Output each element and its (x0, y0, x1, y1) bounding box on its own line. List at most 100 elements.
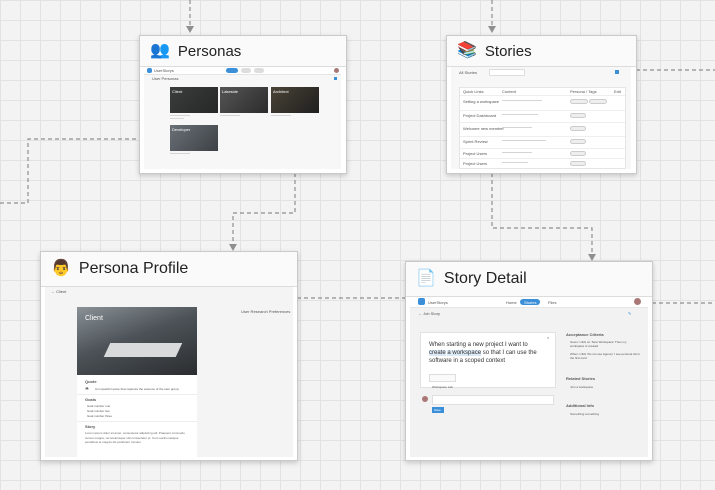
connector-left-loop (0, 138, 138, 204)
tile-caption (170, 115, 190, 116)
column-header: Edit (614, 89, 621, 94)
stories-card[interactable]: 📚 Stories All Stories Quick Links Conten… (446, 35, 637, 174)
personas-card[interactable]: 👥 Personas UserStorys User Personas Clie… (139, 35, 347, 174)
persona-tile-label: Architect (273, 89, 289, 94)
stories-search-field (489, 69, 525, 76)
comment-input (432, 395, 554, 405)
save-button: Save (432, 407, 444, 413)
table-divider (460, 95, 625, 96)
nav-pill-active (226, 68, 238, 73)
table-divider (460, 158, 625, 159)
quote-heading: Quote (85, 379, 97, 384)
tile-caption (170, 153, 190, 154)
story-statement-box: When starting a new project I want to cr… (420, 332, 556, 389)
add-story-button (615, 70, 619, 74)
nav-pill (254, 68, 264, 73)
tag-pill (570, 139, 586, 144)
persona-profile-card[interactable]: 👨 Persona Profile ← Client Client User R… (40, 251, 298, 461)
back-link-label: Job Story (423, 311, 441, 316)
story-detail-card-header: 📄 Story Detail (406, 262, 652, 297)
app-logo-icon (418, 298, 425, 305)
back-link-label: Client (56, 289, 67, 294)
story-detail-card[interactable]: 📄 Story Detail UserStorys Home Stories F… (405, 261, 653, 461)
persona-profile-card-title: Persona Profile (78, 260, 189, 277)
tag-chip-label: Workspace Lab (432, 385, 453, 389)
tag-pill (570, 151, 586, 156)
arrowhead-stories (488, 26, 496, 33)
edit-link: ✎ (628, 311, 632, 316)
acceptance-heading: Acceptance Criteria (566, 332, 604, 337)
table-row: Welcome new member (463, 126, 504, 131)
side-link: User Research Preferences (241, 309, 291, 314)
table-divider (460, 110, 625, 111)
arrowhead-personas (186, 26, 194, 33)
table-row: Project Dashboard (463, 113, 497, 118)
tag-pill (570, 126, 586, 131)
tile-caption (271, 115, 291, 116)
people-icon: 👥 (150, 42, 170, 59)
story-detail-preview: UserStorys Home Stories Files ← Job Stor… (410, 297, 648, 457)
goals-heading: Goals (85, 397, 97, 402)
man-icon: 👨 (51, 260, 71, 277)
books-icon: 📚 (457, 42, 477, 59)
tag-pill (570, 99, 588, 104)
back-link: ← Client (51, 289, 67, 294)
avatar (634, 298, 641, 305)
table-divider (460, 148, 625, 149)
persona-photo-label: Client (85, 315, 103, 322)
table-row: Setting a workspace (463, 99, 500, 104)
persona-body: Quote ❝ An impactful quote that captures… (77, 375, 197, 457)
table-row: Project Users (463, 151, 488, 156)
acceptance-item: When I click 'Do not use Agency' I see p… (570, 352, 641, 360)
persona-profile-card-header: 👨 Persona Profile (41, 252, 297, 287)
add-persona-button (334, 77, 337, 80)
related-item: Join a workspace (570, 385, 594, 389)
persona-tile-label: Client (172, 89, 183, 94)
story-statement: When starting a new project I want to cr… (429, 341, 539, 365)
story-heading: Story (85, 424, 96, 429)
story-suffix: so that I can use the software in a scop… (429, 350, 537, 364)
personas-filter-label: User Personas (152, 76, 179, 81)
avatar (334, 68, 339, 73)
nav-home: Home (506, 300, 517, 305)
persona-tile-label: Lakeside (222, 89, 239, 94)
story-text: Lorem ipsum dolor sit amet, consectetur … (85, 431, 185, 444)
goal-item: Goal number two (87, 409, 110, 413)
stories-preview: All Stories Quick Links Content Persona … (451, 67, 631, 169)
acceptance-item: Given I click on 'New Workspace' Then my… (570, 340, 627, 348)
table-divider (460, 136, 625, 137)
related-heading: Related Stories (566, 376, 596, 381)
back-link: ← Job Story (418, 311, 441, 316)
story-highlight-create: create (429, 350, 446, 356)
persona-profile-preview: ← Client Client User Research Preference… (45, 287, 293, 457)
arrowhead-profile (229, 244, 237, 251)
personas-card-header: 👥 Personas (140, 36, 346, 67)
app-name: UserStorys (154, 68, 174, 73)
column-header: Persona / Tags (570, 89, 597, 94)
arrowhead-detail (588, 254, 596, 261)
divider (77, 394, 197, 395)
nav-stories: Stories (524, 300, 537, 305)
tag-pill (589, 99, 607, 104)
stories-card-header: 📚 Stories (447, 36, 636, 67)
goal-item: Goal number one (87, 404, 111, 408)
row-content (502, 140, 546, 141)
story-prefix: When starting a new project I want to (429, 342, 528, 348)
quote-mark-icon: ❝ (85, 387, 89, 394)
table-divider (460, 122, 625, 123)
tile-caption (220, 115, 240, 116)
story-highlight-workspace: a workspace (447, 350, 482, 356)
row-content (502, 152, 532, 153)
page-icon: 📄 (416, 270, 436, 287)
table-row: Project Users (463, 161, 488, 166)
tag-pill (570, 161, 586, 166)
app-logo-icon (147, 68, 152, 73)
row-content (502, 100, 542, 101)
additional-item: Something something (570, 412, 600, 416)
persona-tile-label: Developer (172, 127, 191, 132)
additional-heading: Additional Info (566, 403, 594, 408)
tag-chip: Workspace Lab (429, 374, 456, 389)
tile-caption (170, 118, 184, 119)
conference-table-shape (103, 343, 183, 357)
goal-item: Goal number three (87, 414, 113, 418)
